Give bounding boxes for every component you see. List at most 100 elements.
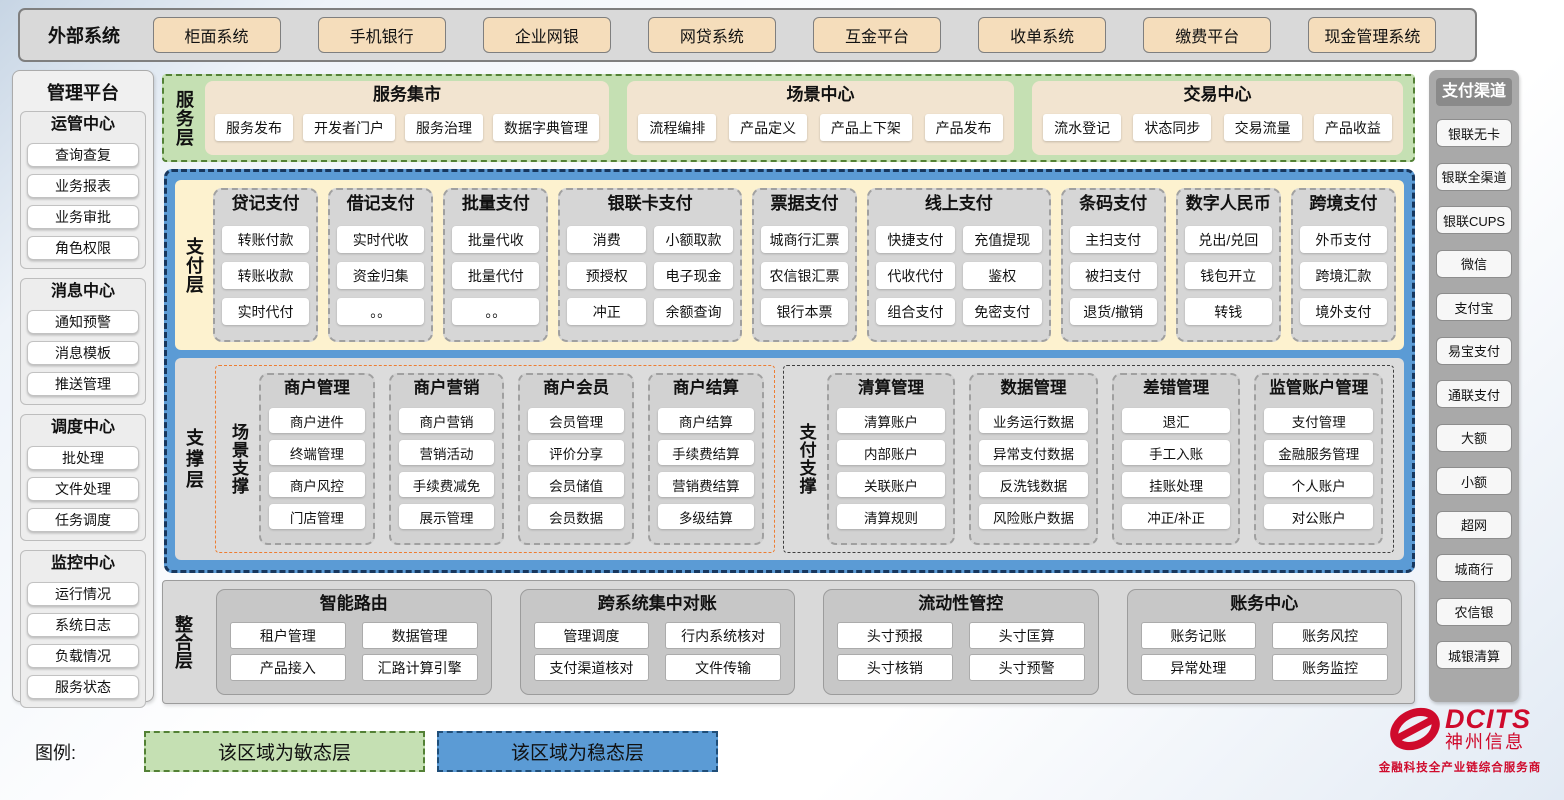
support-item: 支付管理 xyxy=(1264,408,1373,433)
support-column: 商户营销商户营销营销活动手续费减免展示管理 xyxy=(389,373,505,545)
payment-item: 跨境汇款 xyxy=(1300,262,1387,289)
service-layer: 服务层 服务集市服务发布开发者门户服务治理数据字典管理场景中心流程编排产品定义产… xyxy=(162,74,1415,162)
support-item: 手工入账 xyxy=(1122,440,1231,465)
payment-item: 兑出/兑回 xyxy=(1185,226,1272,253)
management-item: 任务调度 xyxy=(27,508,139,532)
integration-item: 数据管理 xyxy=(362,622,478,649)
channel-item: 易宝支付 xyxy=(1436,337,1512,365)
support-columns: 清算管理清算账户内部账户关联账户清算规则数据管理业务运行数据异常支付数据反洗钱数… xyxy=(827,373,1383,545)
payment-items: 快捷支付充值提现代收代付鉴权组合支付免密支付 xyxy=(876,217,1042,334)
payment-item: 银行本票 xyxy=(761,298,848,325)
integration-item: 账务风控 xyxy=(1272,622,1388,649)
payment-item: 转钱 xyxy=(1185,298,1272,325)
service-item: 流水登记 xyxy=(1043,114,1121,141)
support-group-scene: 场景支撑商户管理商户进件终端管理商户风控门店管理商户营销商户营销营销活动手续费减… xyxy=(215,365,775,553)
payment-column-title: 借记支付 xyxy=(337,190,424,217)
support-column-title: 商户营销 xyxy=(399,375,495,401)
payment-items: 外币支付跨境汇款境外支付 xyxy=(1300,217,1387,334)
management-groups: 运管中心查询查复业务报表业务审批角色权限消息中心通知预警消息模板推送管理调度中心… xyxy=(20,111,146,708)
payment-item: 境外支付 xyxy=(1300,298,1387,325)
payment-column-title: 线上支付 xyxy=(876,190,1042,217)
payment-items: 城商行汇票农信银汇票银行本票 xyxy=(761,217,848,334)
management-item: 文件处理 xyxy=(27,477,139,501)
support-item: 营销费结算 xyxy=(658,472,754,497)
payment-column-title: 数字人民币 xyxy=(1185,190,1272,217)
integration-item: 头寸核销 xyxy=(837,654,953,681)
logo-tagline: 金融科技全产业链综合服务商 xyxy=(1370,759,1550,775)
management-group: 调度中心批处理文件处理任务调度 xyxy=(20,414,146,541)
management-item: 业务审批 xyxy=(27,205,139,229)
payment-item: 充值提现 xyxy=(963,226,1042,253)
support-item: 多级结算 xyxy=(658,504,754,529)
integration-item: 产品接入 xyxy=(230,654,346,681)
payment-channels-list: 银联无卡银联全渠道银联CUPS微信支付宝易宝支付通联支付大额小额超网城商行农信银… xyxy=(1436,119,1512,669)
support-item: 个人账户 xyxy=(1264,472,1373,497)
management-item: 批处理 xyxy=(27,446,139,470)
management-item: 推送管理 xyxy=(27,372,139,396)
integration-section: 流动性管控头寸预报头寸匡算头寸核销头寸预警 xyxy=(823,589,1099,695)
service-layer-label: 服务层 xyxy=(171,90,197,147)
channel-item: 农信银 xyxy=(1436,598,1512,626)
integration-section: 跨系统集中对账管理调度行内系统核对支付渠道核对文件传输 xyxy=(520,589,796,695)
service-block: 交易中心流水登记状态同步交易流量产品收益 xyxy=(1032,81,1403,155)
support-item: 内部账户 xyxy=(837,440,946,465)
service-item: 产品上下架 xyxy=(820,114,912,141)
support-column-title: 商户结算 xyxy=(658,375,754,401)
management-title: 管理平台 xyxy=(20,75,146,111)
service-item: 产品定义 xyxy=(729,114,807,141)
support-column-title: 商户管理 xyxy=(269,375,365,401)
integration-layer-label: 整合层 xyxy=(170,615,196,669)
support-item: 退汇 xyxy=(1122,408,1231,433)
service-items: 服务发布开发者门户服务治理数据字典管理 xyxy=(215,108,599,147)
payment-item: 鉴权 xyxy=(963,262,1042,289)
channel-item: 通联支付 xyxy=(1436,380,1512,408)
support-item: 关联账户 xyxy=(837,472,946,497)
payment-column: 贷记支付转账付款转账收款实时代付 xyxy=(213,188,318,342)
support-layer-label: 支撑层 xyxy=(181,428,207,491)
management-group-title: 运管中心 xyxy=(27,114,139,136)
service-blocks: 服务集市服务发布开发者门户服务治理数据字典管理场景中心流程编排产品定义产品上下架… xyxy=(205,81,1403,155)
payment-item: 代收代付 xyxy=(876,262,955,289)
integration-item: 异常处理 xyxy=(1141,654,1257,681)
payment-item: 实时代付 xyxy=(222,298,309,325)
management-group-title: 消息中心 xyxy=(27,281,139,303)
payment-column: 数字人民币兑出/兑回钱包开立转钱 xyxy=(1176,188,1281,342)
integration-item: 账务记账 xyxy=(1141,622,1257,649)
service-block: 场景中心流程编排产品定义产品上下架产品发布 xyxy=(627,81,1014,155)
payment-item: 农信银汇票 xyxy=(761,262,848,289)
management-item: 业务报表 xyxy=(27,174,139,198)
payment-item: 退货/撤销 xyxy=(1070,298,1157,325)
support-column: 商户会员会员管理评价分享会员储值会员数据 xyxy=(518,373,634,545)
external-system-box: 企业网银 xyxy=(483,17,611,53)
service-item: 数据字典管理 xyxy=(493,114,599,141)
payment-column-title: 条码支付 xyxy=(1070,190,1157,217)
integration-sections: 智能路由租户管理数据管理产品接入汇路计算引擎跨系统集中对账管理调度行内系统核对支… xyxy=(216,589,1402,695)
service-item: 交易流量 xyxy=(1224,114,1302,141)
support-item: 终端管理 xyxy=(269,440,365,465)
support-item: 手续费减免 xyxy=(399,472,495,497)
service-items: 流程编排产品定义产品上下架产品发布 xyxy=(637,108,1004,147)
external-system-box: 缴费平台 xyxy=(1143,17,1271,53)
external-system-box: 互金平台 xyxy=(813,17,941,53)
integration-section-title: 流动性管控 xyxy=(837,590,1085,617)
support-item: 评价分享 xyxy=(528,440,624,465)
management-panel: 管理平台 运管中心查询查复业务报表业务审批角色权限消息中心通知预警消息模板推送管… xyxy=(12,70,154,702)
support-item: 清算账户 xyxy=(837,408,946,433)
support-item: 反洗钱数据 xyxy=(979,472,1088,497)
payment-column-title: 票据支付 xyxy=(761,190,848,217)
payment-item: 转账付款 xyxy=(222,226,309,253)
support-column: 清算管理清算账户内部账户关联账户清算规则 xyxy=(827,373,956,545)
service-item: 流程编排 xyxy=(638,114,716,141)
management-item: 查询查复 xyxy=(27,143,139,167)
payment-item: 城商行汇票 xyxy=(761,226,848,253)
management-group: 监控中心运行情况系统日志负载情况服务状态 xyxy=(20,550,146,708)
payment-column: 线上支付快捷支付充值提现代收代付鉴权组合支付免密支付 xyxy=(867,188,1051,342)
payment-item: 钱包开立 xyxy=(1185,262,1272,289)
support-item: 手续费结算 xyxy=(658,440,754,465)
payment-item: 余额查询 xyxy=(654,298,733,325)
payment-column-title: 贷记支付 xyxy=(222,190,309,217)
payment-item: 资金归集 xyxy=(337,262,424,289)
legend-label: 图例: xyxy=(35,739,76,765)
support-layer: 支撑层 场景支撑商户管理商户进件终端管理商户风控门店管理商户营销商户营销营销活动… xyxy=(175,358,1404,560)
payment-item: 转账收款 xyxy=(222,262,309,289)
